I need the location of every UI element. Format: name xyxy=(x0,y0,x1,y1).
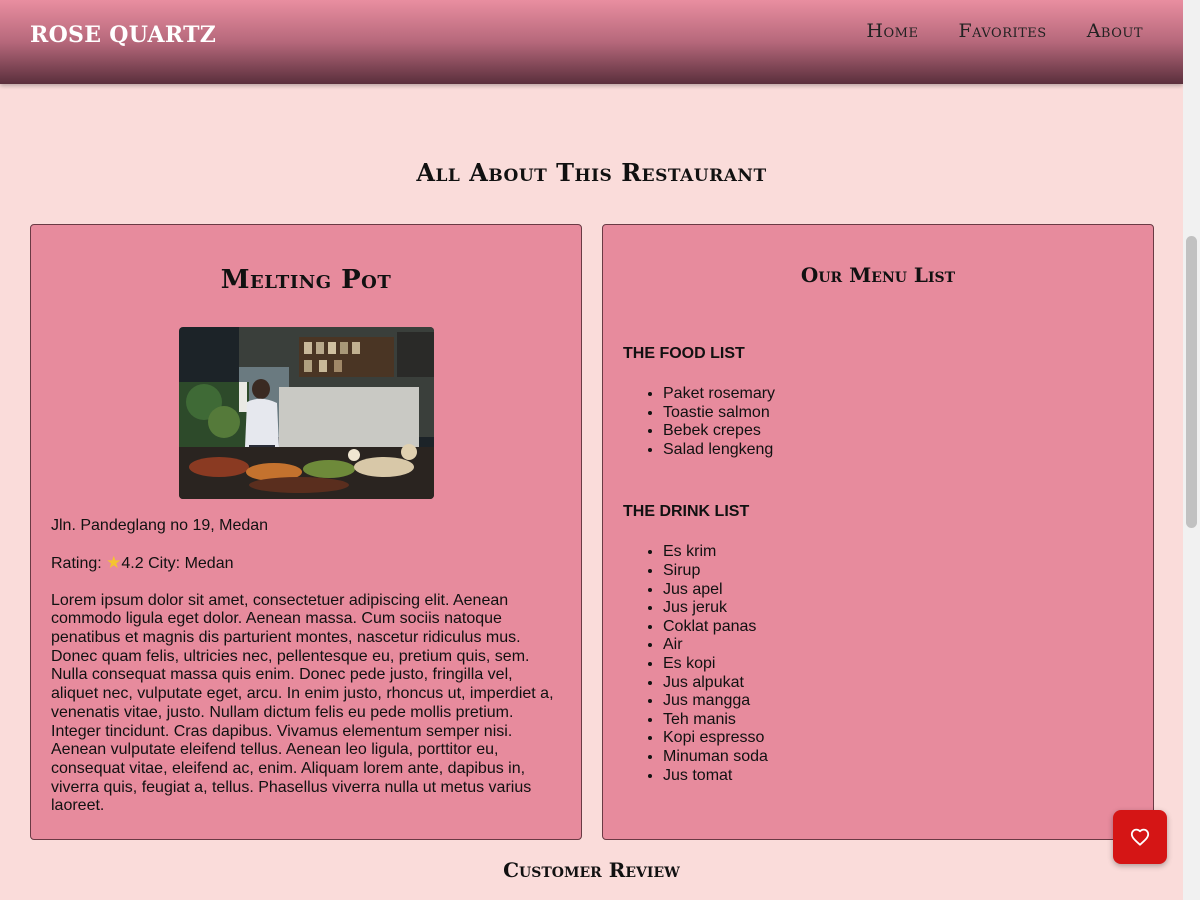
drink-item: Jus jeruk xyxy=(663,599,1153,618)
restaurant-detail-card: Melting Pot Jln. Pandeglang no 19, Medan… xyxy=(30,224,582,840)
rating-line: Rating: ★4.2 City: Medan xyxy=(51,553,561,573)
food-list-heading: THE FOOD LIST xyxy=(623,345,745,362)
drink-item: Coklat panas xyxy=(663,618,1153,637)
rating-label: Rating: xyxy=(51,555,102,573)
favorite-button[interactable] xyxy=(1113,810,1167,864)
city-label: City: xyxy=(148,555,181,573)
navbar: ROSE QUARTZ Home Favorites About xyxy=(0,0,1183,84)
nav-link-about[interactable]: About xyxy=(1087,20,1143,42)
page-scrollbar[interactable] xyxy=(1183,0,1200,900)
brand-logo[interactable]: ROSE QUARTZ xyxy=(30,22,216,48)
food-item: Paket rosemary xyxy=(663,385,1153,404)
restaurant-address: Jln. Pandeglang no 19, Medan xyxy=(51,517,269,534)
drink-item: Jus apel xyxy=(663,581,1153,600)
drink-item: Kopi espresso xyxy=(663,729,1153,748)
restaurant-photo xyxy=(178,327,434,499)
drink-item: Jus mangga xyxy=(663,692,1153,711)
city-value: Medan xyxy=(184,555,234,573)
drink-item: Es krim xyxy=(663,543,1153,562)
drink-item: Jus alpukat xyxy=(663,674,1153,693)
food-list: Paket rosemary Toastie salmon Bebek crep… xyxy=(603,385,1153,459)
rating-value: 4.2 xyxy=(121,555,144,573)
nav-link-home[interactable]: Home xyxy=(866,20,918,42)
scrollbar-thumb[interactable] xyxy=(1186,236,1197,528)
nav-menu: Home Favorites About xyxy=(866,20,1143,42)
restaurant-name: Melting Pot xyxy=(220,265,392,295)
customer-review-title: Customer Review xyxy=(503,858,680,882)
drink-item: Minuman soda xyxy=(663,748,1153,767)
food-item: Salad lengkeng xyxy=(663,441,1153,460)
drink-item: Es kopi xyxy=(663,655,1153,674)
menu-card: Our Menu List THE FOOD LIST Paket rosema… xyxy=(602,224,1154,840)
nav-link-favorites[interactable]: Favorites xyxy=(958,20,1046,42)
menu-title: Our Menu List xyxy=(800,263,956,287)
heart-icon xyxy=(1130,828,1150,846)
section-title: All About This Restaurant xyxy=(416,158,767,187)
drink-list-heading: THE DRINK LIST xyxy=(623,503,750,521)
restaurant-description: Lorem ipsum dolor sit amet, consectetuer… xyxy=(51,591,554,815)
drink-item: Sirup xyxy=(663,562,1153,581)
drink-item: Air xyxy=(663,636,1153,655)
food-item: Bebek crepes xyxy=(663,422,1153,441)
star-icon: ★ xyxy=(106,553,122,573)
food-item: Toastie salmon xyxy=(663,404,1153,423)
drink-list: Es krim Sirup Jus apel Jus jeruk Coklat … xyxy=(603,543,1153,785)
drink-item: Teh manis xyxy=(663,711,1153,730)
drink-item: Jus tomat xyxy=(663,767,1153,786)
